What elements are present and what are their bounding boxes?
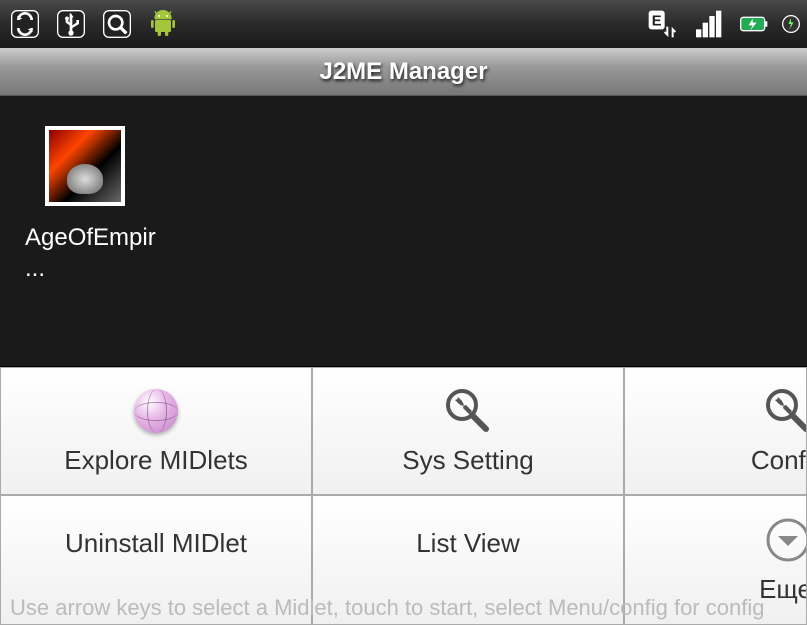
menu-label: Explore MIDlets: [64, 445, 248, 476]
charging-icon: [781, 5, 801, 43]
menu-sys-setting[interactable]: Sys Setting: [312, 367, 624, 495]
midlet-grid[interactable]: AgeOfEmpir ...: [0, 96, 807, 366]
more-icon: [764, 516, 807, 564]
svg-text:E: E: [652, 13, 662, 29]
options-menu: Explore MIDlets Sys Setting Config Unins…: [0, 367, 807, 625]
app-title: J2ME Manager: [319, 58, 487, 86]
menu-list-view[interactable]: List View: [312, 495, 624, 625]
menu-label: Еще: [759, 574, 807, 605]
globe-icon: [132, 387, 180, 435]
status-bar: E: [0, 0, 807, 48]
midlet-item[interactable]: AgeOfEmpir ...: [20, 126, 150, 284]
menu-explore-midlets[interactable]: Explore MIDlets: [0, 367, 312, 495]
search-status-icon: [98, 5, 136, 43]
android-icon: [144, 5, 182, 43]
title-bar: J2ME Manager: [0, 48, 807, 96]
edge-icon: E: [643, 5, 681, 43]
status-left: [6, 5, 182, 43]
usb-icon: [52, 5, 90, 43]
wrench-icon: [444, 387, 492, 435]
menu-label: Uninstall MIDlet: [65, 528, 247, 559]
menu-label: List View: [416, 528, 520, 559]
signal-icon: [689, 5, 727, 43]
menu-more[interactable]: Еще: [624, 495, 807, 625]
menu-label: Config: [751, 445, 807, 476]
menu-uninstall-midlet[interactable]: Uninstall MIDlet: [0, 495, 312, 625]
status-right: E: [643, 5, 801, 43]
menu-config[interactable]: Config: [624, 367, 807, 495]
midlet-label: AgeOfEmpir ...: [25, 222, 145, 284]
midlet-icon: [45, 126, 125, 206]
wrench-icon: [764, 387, 807, 435]
sync-icon: [6, 5, 44, 43]
battery-icon: [735, 5, 773, 43]
menu-label: Sys Setting: [402, 445, 534, 476]
